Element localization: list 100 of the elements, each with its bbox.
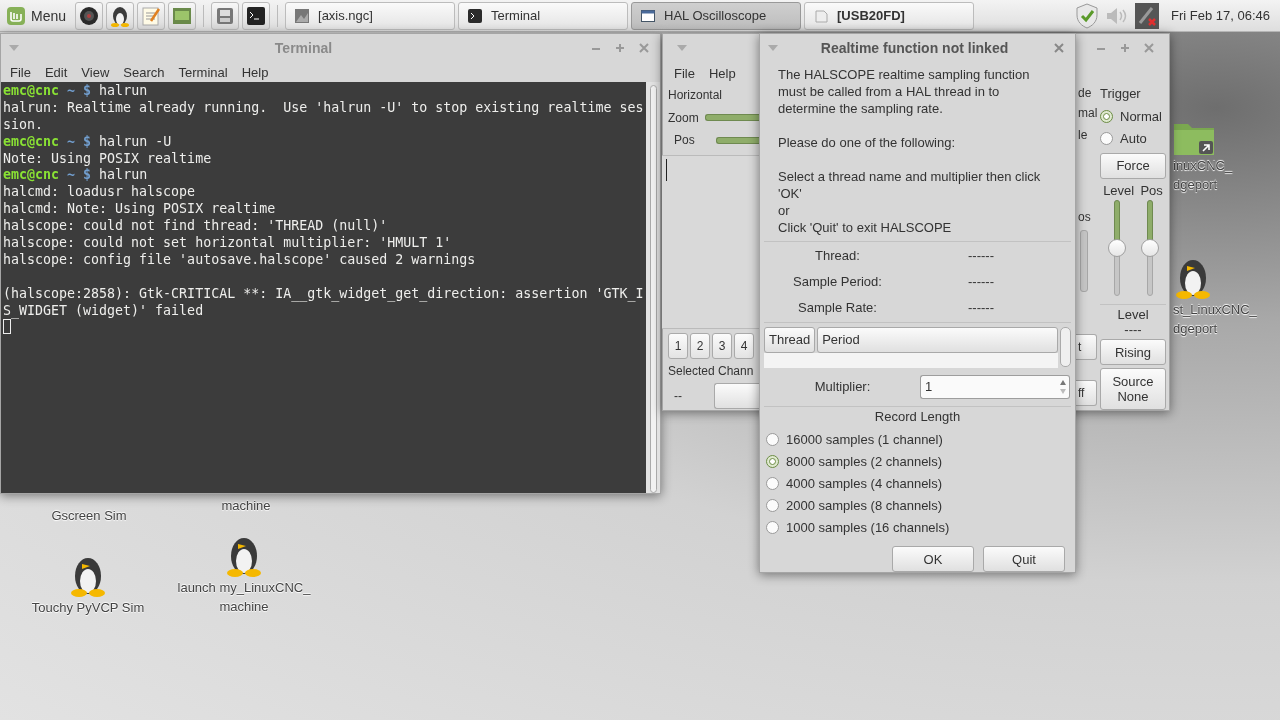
mint-logo[interactable]	[6, 5, 26, 26]
window-menu-icon[interactable]	[768, 45, 778, 51]
slider-label: Pos	[673, 133, 696, 148]
desktop-icon-label[interactable]: inuxCNC_ dgeport	[1173, 156, 1243, 194]
column-header[interactable]: Thread	[764, 326, 816, 353]
drive-icon	[813, 7, 830, 24]
terminal-line: emc@cnc ~ $ halrun	[3, 83, 149, 100]
edge-button[interactable]: Rising	[1100, 339, 1166, 366]
terminal-line: halscope: could not find thread: 'THREAD (null)'	[3, 218, 389, 235]
info-label: Sample Period:	[792, 273, 883, 289]
text-cursor	[3, 319, 11, 335]
channel-button[interactable]: 1	[668, 333, 688, 360]
disk-launcher[interactable]	[211, 1, 240, 30]
field-label: Selected Chann	[668, 364, 754, 379]
partial-button[interactable]: t	[1075, 334, 1097, 360]
window-icon[interactable]	[172, 6, 193, 25]
desktop-icon-label[interactable]: launch my_LinuxCNC_ machine	[172, 578, 316, 616]
desktop-icon-label[interactable]: machine	[221, 496, 271, 515]
info-value: ------	[967, 273, 995, 289]
menu-item[interactable]: View	[81, 64, 110, 80]
terminal-line: halrun: Realtime already running. Use 'halrun -U' to stop existing realtime ses	[3, 99, 644, 117]
image-icon	[294, 7, 311, 24]
vertical-slider[interactable]	[1140, 199, 1159, 296]
radio-option[interactable]: 16000 samples (1 channel)	[766, 428, 1069, 450]
desktop-icon-label[interactable]: Touchy PyVCP Sim	[31, 598, 145, 617]
force-button[interactable]: Force	[1100, 152, 1166, 179]
menu-item[interactable]: File	[10, 64, 31, 80]
channel-button[interactable]: 3	[712, 333, 732, 360]
channel-button[interactable]	[714, 383, 759, 410]
label-fragment: mal	[1078, 106, 1098, 122]
taskbar-button[interactable]: Terminal	[458, 1, 629, 30]
menu-item[interactable]: Help	[708, 65, 736, 81]
menu-item[interactable]: File	[674, 65, 695, 81]
radio-option[interactable]: 8000 samples (2 channels)	[766, 450, 1069, 472]
slider-label: Pos	[1140, 182, 1163, 198]
terminal-line: S_WIDGET (widget)' failed	[3, 302, 205, 320]
zoom-slider[interactable]	[704, 114, 759, 122]
source-button[interactable]: Source None	[1100, 368, 1166, 410]
menu-button[interactable]: Menu	[4, 1, 73, 30]
vertical-slider[interactable]	[1107, 199, 1126, 296]
network-disconnected-icon[interactable]	[1135, 2, 1159, 29]
info-label: Sample Rate:	[797, 299, 878, 315]
desktop-icon-label[interactable]: st_LinuxCNC_ dgeport	[1173, 300, 1263, 338]
section-label: Record Length	[873, 409, 962, 426]
taskbar-button[interactable]: [USB20FD]	[804, 1, 975, 30]
info-value: ------	[967, 247, 995, 263]
terminal-line: (halscope:2858): Gtk-CRITICAL **: IA__gtk_widget_get_direction: assertion 'GTK_I	[3, 285, 644, 303]
menu-item[interactable]: Terminal	[178, 64, 228, 80]
menu-item[interactable]: Help	[241, 64, 269, 80]
message-text: Please do one of the following:	[778, 134, 957, 151]
field-label: Multiplier:	[813, 379, 872, 395]
channel-button[interactable]: 4	[734, 333, 754, 360]
slider-label: Zoom	[668, 110, 699, 125]
radio-option[interactable]: 2000 samples (8 channels)	[766, 494, 1069, 516]
menu-item[interactable]: Edit	[44, 64, 68, 80]
thread-list[interactable]: Thread Period	[764, 326, 1058, 368]
close-button[interactable]	[1051, 43, 1067, 53]
slider-track[interactable]	[1080, 230, 1088, 292]
desktop-icon-label[interactable]: Gscreen Sim	[51, 506, 127, 525]
volume-icon[interactable]	[1105, 5, 1129, 26]
terminal-line: halcmd: loadusr halscope	[3, 184, 197, 202]
slider-label: Level	[1103, 182, 1135, 198]
section-label: Level	[1116, 306, 1150, 322]
pos-slider[interactable]	[716, 136, 759, 144]
window-title: Terminal	[273, 40, 334, 56]
message-text: The HALSCOPE realtime sampling function must be called from a HAL thread in to determine the sampling rate.	[778, 66, 1031, 117]
scrollbar[interactable]	[1060, 326, 1071, 367]
radio-option[interactable]: Normal	[1100, 105, 1166, 128]
column-header[interactable]: Period	[817, 326, 1058, 353]
info-value: ------	[967, 299, 995, 315]
radio-option[interactable]: 4000 samples (4 channels)	[766, 472, 1069, 494]
terminal-line: emc@cnc ~ $ halrun -U	[3, 133, 173, 151]
terminal-line: halscope: config file 'autosave.halscope' caused 2 warnings	[3, 251, 477, 269]
section-label: Trigger	[1100, 86, 1142, 103]
window-icon	[640, 7, 657, 24]
partial-button[interactable]: ff	[1075, 380, 1097, 406]
taskbar-button[interactable]: [axis.ngc]	[285, 1, 456, 30]
slider-thumb[interactable]	[1140, 238, 1159, 257]
terminal-line: halcmd: Note: Using POSIX realtime	[3, 201, 277, 219]
channel-value: --	[673, 389, 683, 404]
radio-option[interactable]: 1000 samples (16 channels)	[766, 516, 1069, 538]
window-menu-icon[interactable]	[9, 45, 19, 51]
channel-button[interactable]: 2	[690, 333, 710, 360]
menu-item[interactable]: Search	[123, 64, 165, 80]
radio-option[interactable]: Auto	[1100, 127, 1166, 150]
dialog-button[interactable]: OK	[892, 546, 974, 572]
terminal-line: sion.	[3, 116, 45, 134]
label-fragment: le	[1078, 128, 1088, 144]
slider-thumb[interactable]	[1107, 238, 1126, 257]
taskbar-button[interactable]: HAL Oscilloscope	[631, 1, 802, 30]
clock[interactable]: Fri Feb 17, 06:46	[1165, 8, 1276, 23]
dialog-button[interactable]: Quit	[983, 546, 1065, 572]
terminal-line: Note: Using POSIX realtime	[3, 150, 213, 168]
shield-check-icon[interactable]	[1075, 2, 1099, 29]
window-menu-icon[interactable]	[677, 45, 687, 51]
scrollbar[interactable]	[646, 82, 660, 493]
terminal-line: emc@cnc ~ $ halrun	[3, 167, 149, 185]
terminal-line: halscope: could not set horizontal multiplier: 'HMULT 1'	[3, 235, 453, 252]
dialog-title: Realtime function not linked	[819, 40, 1010, 56]
window-launcher[interactable]	[168, 1, 197, 30]
